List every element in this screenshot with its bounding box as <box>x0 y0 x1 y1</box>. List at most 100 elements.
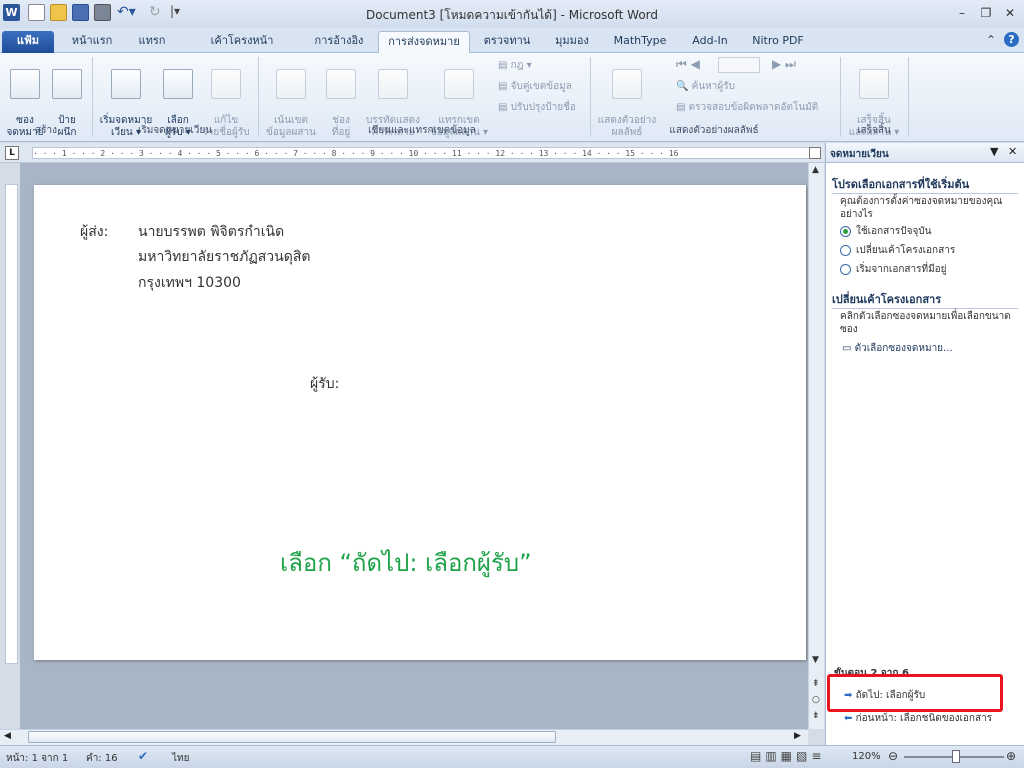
group-separator <box>840 57 841 137</box>
scroll-left-icon[interactable]: ◀ <box>4 731 11 741</box>
label-icon <box>52 69 82 99</box>
find-recipient-label: ค้นหาผู้รับ <box>691 81 735 92</box>
tab-references[interactable]: การอ้างอิง <box>306 31 372 53</box>
section-select-doc-title: โปรดเลือกเอกสารที่ใช้เริ่มต้น <box>832 175 1018 194</box>
tab-mailings[interactable]: การส่งจดหมาย <box>378 31 470 53</box>
sender-line-1: นายบรรพต พิจิตรกำเนิด <box>138 224 285 240</box>
vertical-ruler <box>5 184 18 664</box>
tab-view[interactable]: มุมมอง <box>546 31 598 53</box>
tab-file[interactable]: แฟ้ม <box>2 31 54 53</box>
zoom-in-icon[interactable]: ⊕ <box>1006 749 1016 763</box>
document-page[interactable]: ผู้ส่ง: นายบรรพต พิจิตรกำเนิด มหาวิทยาลั… <box>34 185 806 660</box>
sender-label: ผู้ส่ง: <box>80 224 109 240</box>
ribbon-tab-bar: แฟ้ม หน้าแรก แทรก เค้าโครงหน้ากระดาษ การ… <box>0 28 1024 67</box>
update-labels-label: ปรับปรุงป้ายชื่อ <box>510 102 576 113</box>
vertical-scrollbar[interactable]: ▲ ▼ ⇞ ○ ⇟ <box>808 163 824 729</box>
mail-merge-pane: จดหมายเวียน ▼ ✕ โปรดเลือกเอกสารที่ใช้เริ… <box>825 143 1024 745</box>
language-indicator[interactable]: ไทย <box>172 751 189 766</box>
check-errors-button[interactable]: ▤ ตรวจสอบข้อผิดพลาดอัตโนมัติ <box>676 101 818 115</box>
window-title: Document3 [โหมดความเข้ากันได้] - Microso… <box>365 8 659 22</box>
proofing-icon[interactable]: ✔ <box>138 749 148 763</box>
start-mail-merge-icon <box>111 69 141 99</box>
previous-page-icon[interactable]: ⇞ <box>812 679 820 689</box>
zoom-level[interactable]: 120% <box>852 751 881 762</box>
find-recipient-button[interactable]: 🔍 ค้นหาผู้รับ <box>676 80 735 94</box>
rules-label: กฎ ▾ <box>510 60 532 71</box>
radio-icon <box>840 244 851 256</box>
ribbon: ซอง จดหมาย ป้าย ผนึก สร้าง เริ่มจดหมาย เ… <box>0 53 1024 142</box>
title-bar: W ↶▾ ↻ |▾ Document3 [โหมดความเข้ากันได้]… <box>0 0 1024 28</box>
tab-selector-icon[interactable]: L <box>5 146 19 160</box>
option-label: เปลี่ยนเค้าโครงเอกสาร <box>856 245 956 256</box>
option-current-document[interactable]: ใช้เอกสารปัจจุบัน <box>840 225 932 238</box>
view-ruler-icon[interactable] <box>809 147 821 159</box>
arrow-right-icon: ➡ <box>844 690 856 701</box>
previous-step-link[interactable]: ⬅ ก่อนหน้า: เลือกชนิดของเอกสาร <box>844 712 992 725</box>
minimize-icon[interactable]: – <box>950 4 974 22</box>
record-next-icons[interactable]: ▶ ⏭ <box>772 57 796 71</box>
option-existing-document[interactable]: เริ่มจากเอกสารที่มีอยู่ <box>840 263 947 276</box>
radio-icon <box>840 263 851 275</box>
close-icon[interactable]: ✕ <box>998 4 1022 22</box>
group-start-merge-label: เริ่มจดหมายเวียน <box>137 125 213 136</box>
update-labels-icon: ▤ <box>498 102 511 113</box>
tab-nitro-pdf[interactable]: Nitro PDF <box>746 31 810 53</box>
zoom-out-icon[interactable]: ⊖ <box>888 749 898 763</box>
setup-question: คุณต้องการตั้งค่าซองจดหมายของคุณอย่างไร <box>840 196 1003 220</box>
record-nav-icons[interactable]: ⏮ ◀ <box>676 57 700 71</box>
envelope-options-link[interactable]: ▭ ตัวเลือกซองจดหมาย... <box>842 342 953 355</box>
sender-line-2: มหาวิทยาลัยราชภัฏสวนดุสิต <box>138 249 311 265</box>
match-fields-icon: ▤ <box>498 81 511 92</box>
radio-icon-selected <box>840 225 851 237</box>
horizontal-scrollbar[interactable]: ◀ ▶ <box>0 729 808 745</box>
highlight-fields-icon <box>276 69 306 99</box>
instruction-annotation: เลือก “ถัดไป: เลือกผู้รับ” <box>280 549 532 577</box>
tab-addin[interactable]: Add-In <box>682 31 738 53</box>
envelope-options-label: ตัวเลือกซองจดหมาย... <box>854 343 953 354</box>
help-icon[interactable]: ? <box>1004 32 1019 47</box>
word-count[interactable]: คำ: 16 <box>86 751 118 766</box>
group-finish-label: เสร็จสิ้น <box>857 125 891 136</box>
rules-button[interactable]: ▤ กฎ ▾ <box>498 59 532 73</box>
pane-title: จดหมายเวียน <box>830 149 889 160</box>
insert-merge-field-icon <box>444 69 474 99</box>
record-number-input[interactable] <box>718 57 760 73</box>
pane-header: จดหมายเวียน ▼ ✕ <box>826 143 1024 163</box>
match-fields-button[interactable]: ▤ จับคู่เขตข้อมูล <box>498 80 572 94</box>
ruler-scale[interactable]: · · · 1 · · · 2 · · · 3 · · · 4 · · · 5 … <box>32 147 810 159</box>
pane-close-icon[interactable]: ✕ <box>1008 145 1017 158</box>
zoom-slider-thumb[interactable] <box>952 750 960 763</box>
pane-menu-icon[interactable]: ▼ <box>990 145 998 158</box>
scroll-down-icon[interactable]: ▼ <box>812 655 819 665</box>
view-buttons-icon[interactable]: ▤▥▦▧≡ <box>750 749 825 763</box>
rules-icon: ▤ <box>498 60 511 71</box>
greeting-line-icon <box>378 69 408 99</box>
tab-mathtype[interactable]: MathType <box>606 31 674 53</box>
tab-home[interactable]: หน้าแรก <box>64 31 120 53</box>
page-count[interactable]: หน้า: 1 จาก 1 <box>6 751 68 766</box>
group-separator <box>258 57 259 137</box>
option-label: เริ่มจากเอกสารที่มีอยู่ <box>856 264 947 275</box>
group-create-label: สร้าง <box>35 125 57 136</box>
minimize-ribbon-icon[interactable]: ⌃ <box>986 33 996 47</box>
preview-abc-icon <box>612 69 642 99</box>
scroll-up-icon[interactable]: ▲ <box>812 165 819 175</box>
horizontal-scroll-thumb[interactable] <box>28 731 556 743</box>
tab-insert[interactable]: แทรก <box>128 31 176 53</box>
scroll-right-icon[interactable]: ▶ <box>794 731 801 741</box>
restore-icon[interactable]: ❐ <box>974 4 998 22</box>
browse-object-icon[interactable]: ○ <box>812 695 820 705</box>
tab-review[interactable]: ตรวจทาน <box>476 31 538 53</box>
group-separator <box>92 57 93 137</box>
status-bar: หน้า: 1 จาก 1 คำ: 16 ✔ ไทย ▤▥▦▧≡ 120% ⊖ … <box>0 745 1024 768</box>
next-page-icon[interactable]: ⇟ <box>812 711 820 721</box>
next-step-link[interactable]: ➡ ถัดไป: เลือกผู้รับ <box>844 689 925 702</box>
option-change-layout[interactable]: เปลี่ยนเค้าโครงเอกสาร <box>840 244 955 257</box>
match-fields-label: จับคู่เขตข้อมูล <box>510 81 572 92</box>
recipient-label: ผู้รับ: <box>310 376 340 392</box>
tab-page-layout[interactable]: เค้าโครงหน้ากระดาษ <box>186 31 298 67</box>
option-label: ใช้เอกสารปัจจุบัน <box>856 226 932 237</box>
address-block-icon <box>326 69 356 99</box>
update-labels-button[interactable]: ▤ ปรับปรุงป้ายชื่อ <box>498 101 576 115</box>
find-recipient-icon: 🔍 <box>676 81 692 92</box>
